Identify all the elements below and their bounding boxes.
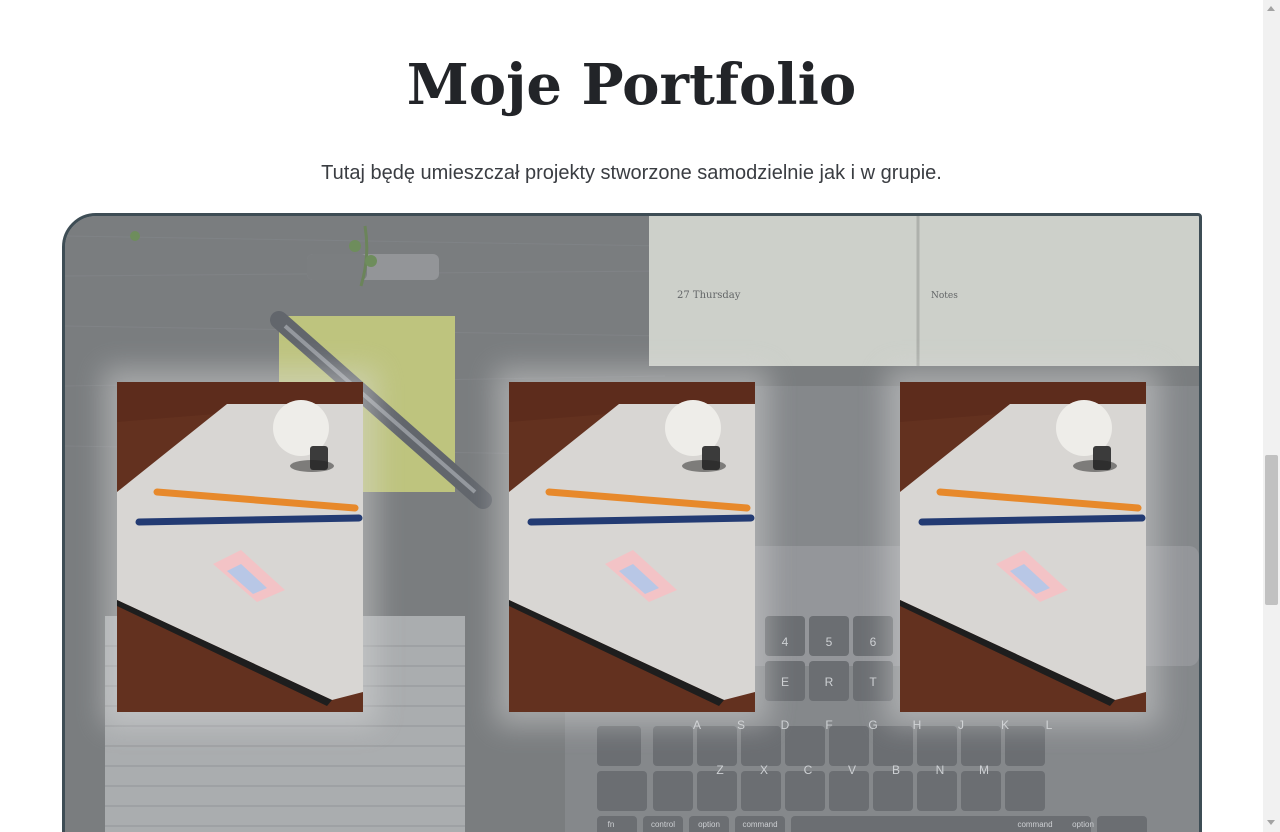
scrollbar-thumb[interactable]	[1265, 455, 1278, 605]
portfolio-item-1[interactable]	[117, 382, 363, 712]
scroll-up-icon[interactable]	[1267, 6, 1275, 11]
page: Moje Portfolio Tutaj będę umieszczał pro…	[0, 0, 1263, 832]
scroll-down-icon[interactable]	[1267, 820, 1275, 825]
page-subtitle: Tutaj będę umieszczał projekty stworzone…	[321, 162, 942, 184]
portfolio-item-3[interactable]	[900, 382, 1146, 712]
page-title: Moje Portfolio	[406, 52, 857, 118]
project-thumbnail-image	[117, 382, 363, 712]
portfolio-gallery: 27 Thursday Notes 4 5 6 E R T A S D F G …	[62, 213, 1202, 832]
portfolio-item-2[interactable]	[509, 382, 755, 712]
project-thumbnail-image	[900, 382, 1146, 712]
vertical-scrollbar[interactable]	[1263, 0, 1280, 832]
project-thumbnail-image	[509, 382, 755, 712]
